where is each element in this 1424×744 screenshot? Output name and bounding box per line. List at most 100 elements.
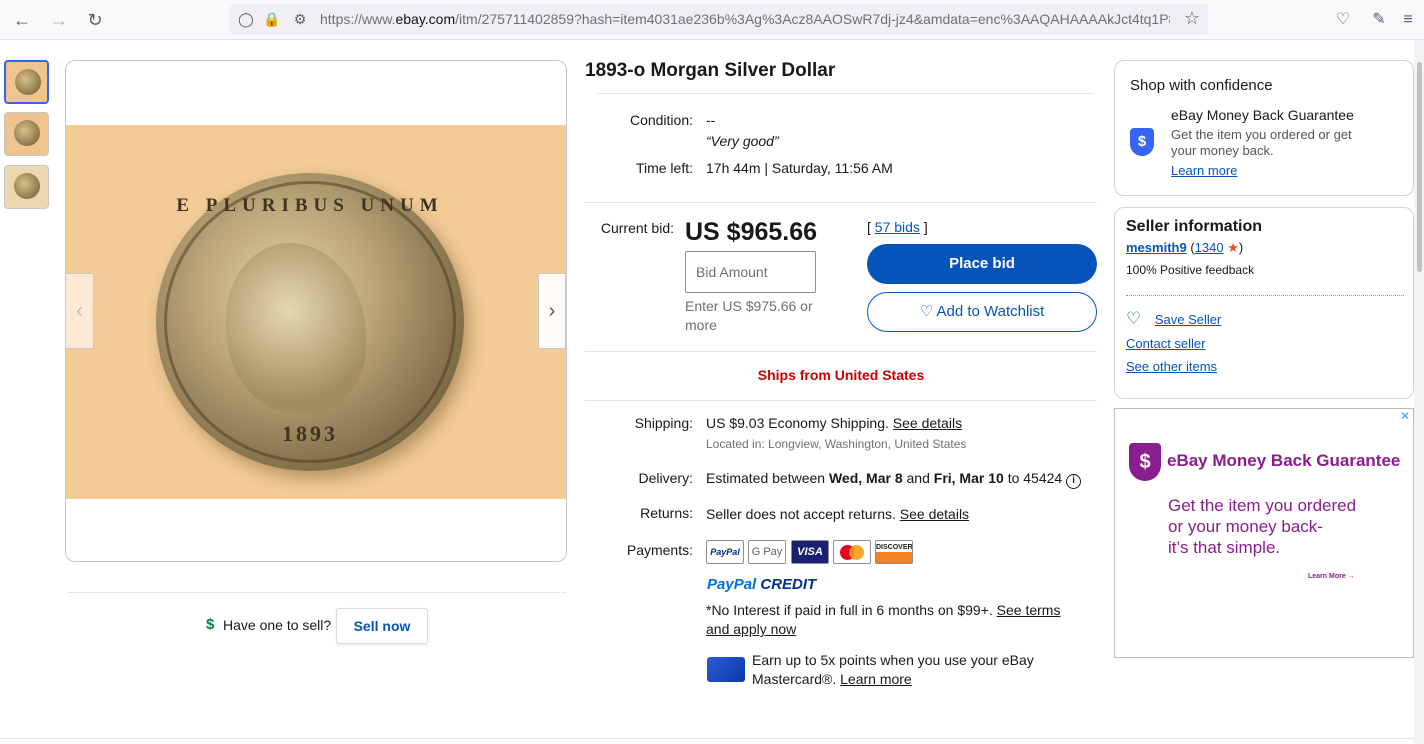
positive-feedback: 100% Positive feedback [1126, 263, 1255, 277]
add-to-watchlist-button[interactable]: ♡ Add to Watchlist [867, 292, 1097, 332]
feedback-star-icon: ★ [1227, 240, 1239, 255]
current-bid-price: US $965.66 [685, 218, 818, 246]
next-image-button[interactable]: › [538, 273, 566, 349]
browser-toolbar: ← → ↻ ◯ 🔒 ⚙ https://www.ebay.com/itm/275… [0, 0, 1424, 40]
menu-icon[interactable]: ≡ [1396, 8, 1420, 32]
seller-heading: Seller information [1126, 218, 1263, 235]
guarantee-learn-more-link[interactable]: Learn more [1171, 163, 1237, 178]
permissions-icon[interactable]: ⚙ [290, 9, 310, 29]
coin-thumbnail-image [14, 173, 40, 199]
condition-quote: “Very good” [706, 133, 779, 149]
morgan-dollar-image: E PLURIBUS UNUM 1893 [156, 173, 464, 471]
advertisement[interactable]: ✕ $ eBay Money Back Guarantee Get the it… [1114, 408, 1414, 658]
shop-with-confidence-panel: Shop with confidence $ eBay Money Back G… [1114, 60, 1414, 196]
heart-icon: ♡ [919, 303, 934, 320]
pocket-icon[interactable]: ♡ [1331, 8, 1355, 32]
time-left-label: Time left: [635, 160, 693, 176]
ad-body: Get the item you ordered or your money b… [1168, 496, 1357, 557]
returns-see-details-link[interactable]: See details [900, 506, 969, 522]
back-icon[interactable]: ← [10, 8, 34, 32]
page-content: E PLURIBUS UNUM 1893 ‹ › $ Have one to s… [0, 40, 1424, 744]
scrollbar[interactable] [1414, 40, 1424, 744]
image-gallery: E PLURIBUS UNUM 1893 ‹ › [65, 60, 567, 562]
seller-identity: mesmith9 (1340 ★) [1126, 240, 1244, 255]
scrollbar-thumb[interactable] [1417, 62, 1422, 272]
watchlist-label: Add to Watchlist [936, 303, 1045, 320]
reload-icon[interactable]: ↻ [83, 8, 107, 32]
listing-title: 1893-o Morgan Silver Dollar [585, 60, 836, 81]
paypal-icon: PayPal [706, 540, 744, 564]
mastercard-learn-more-link[interactable]: Learn more [840, 671, 912, 687]
forward-icon[interactable]: → [47, 8, 71, 32]
apply-now-link[interactable]: and apply now [706, 621, 796, 637]
ships-from-notice: Ships from United States [757, 367, 925, 383]
bid-amount-input[interactable]: Bid Amount [685, 251, 816, 293]
credit-offer-line2: and apply now [706, 621, 796, 637]
thumbnail-1[interactable] [4, 60, 49, 104]
shield-tracking-icon[interactable]: ◯ [236, 9, 256, 29]
payments-label: Payments: [626, 542, 693, 558]
divider [597, 93, 1094, 94]
guarantee-text: Get the item you ordered or get [1171, 127, 1352, 142]
shipping-see-details-link[interactable]: See details [893, 415, 962, 431]
condition-value: -- [706, 112, 716, 128]
save-seller-link[interactable]: Save Seller [1155, 312, 1221, 327]
see-other-items-link[interactable]: See other items [1126, 359, 1217, 374]
coin-thumbnail-image [15, 69, 41, 95]
returns-value: Seller does not accept returns. See deta… [706, 506, 970, 522]
shipping-method: Economy Shipping. [768, 415, 889, 431]
discover-icon: DISCOVER [875, 540, 913, 564]
current-bid-label: Current bid: [600, 220, 674, 236]
coin-legend: E PLURIBUS UNUM [176, 195, 444, 216]
previous-image-button[interactable]: ‹ [66, 273, 94, 349]
mastercard-icon [833, 540, 871, 564]
shipping-value: US $9.03 Economy Shipping. See details [706, 415, 962, 431]
bookmark-star-icon[interactable]: ☆ [1184, 8, 1200, 29]
ad-choices-close-icon[interactable]: ✕ [1400, 409, 1410, 423]
feedback-score-link[interactable]: 1340 [1195, 240, 1224, 255]
sell-now-button[interactable]: Sell now [336, 608, 428, 644]
mastercard-offer-line2: Mastercard®. Learn more [752, 671, 912, 687]
shipping-price: US $9.03 [706, 415, 765, 431]
coin-year: 1893 [282, 421, 338, 446]
ad-learn-more-link[interactable]: Learn More → [1308, 573, 1355, 580]
info-icon[interactable]: i [1066, 474, 1082, 489]
divider [1126, 295, 1404, 296]
seller-information-panel: Seller information mesmith9 (1340 ★) 100… [1114, 207, 1414, 399]
coin-photo[interactable]: E PLURIBUS UNUM 1893 [66, 125, 566, 499]
url-bar[interactable]: ◯ 🔒 ⚙ https://www.ebay.com/itm/275711402… [230, 4, 1208, 35]
thumbnail-3[interactable] [4, 165, 49, 209]
item-location: Located in: Longview, Washington, United… [706, 437, 967, 451]
google-pay-icon: G Pay [748, 540, 786, 564]
ebay-mastercard-icon [707, 657, 745, 682]
delivery-label: Delivery: [638, 470, 693, 486]
credit-offer: *No Interest if paid in full in 6 months… [706, 602, 1061, 618]
sell-question: Have one to sell? [223, 617, 332, 633]
returns-label: Returns: [640, 505, 693, 521]
contact-seller-link[interactable]: Contact seller [1126, 336, 1205, 351]
extensions-icon[interactable]: ✎ [1367, 8, 1391, 32]
guarantee-text-2: your money back. [1171, 143, 1274, 158]
seller-name-link[interactable]: mesmith9 [1126, 240, 1187, 255]
ad-title: eBay Money Back Guarantee [1167, 451, 1401, 470]
paypal-credit-logo: PayPal CREDIT [707, 576, 817, 593]
heart-icon: ♡ [1126, 309, 1142, 328]
guarantee-title: eBay Money Back Guarantee [1171, 107, 1354, 123]
url-text[interactable]: https://www.ebay.com/itm/275711402859?ha… [320, 4, 1170, 35]
delivery-value: Estimated between Wed, Mar 8 and Fri, Ma… [706, 470, 1082, 489]
place-bid-button[interactable]: Place bid [867, 244, 1097, 284]
save-seller-row[interactable]: ♡ Save Seller [1126, 309, 1221, 329]
bids-link[interactable]: 57 bids [875, 219, 920, 235]
shipping-label: Shipping: [634, 415, 693, 431]
coin-thumbnail-image [14, 120, 40, 146]
see-terms-link[interactable]: See terms [997, 602, 1061, 618]
thumbnail-2[interactable] [4, 112, 49, 156]
divider [0, 738, 1414, 739]
visa-icon: VISA [791, 540, 829, 564]
lock-icon[interactable]: 🔒 [262, 9, 282, 29]
time-left-value: 17h 44m | Saturday, 11:56 AM [706, 160, 893, 176]
mastercard-offer: Earn up to 5x points when you use your e… [752, 652, 1034, 668]
divider [68, 592, 566, 593]
divider [585, 400, 1097, 401]
bid-count: [ 57 bids ] [867, 219, 928, 235]
